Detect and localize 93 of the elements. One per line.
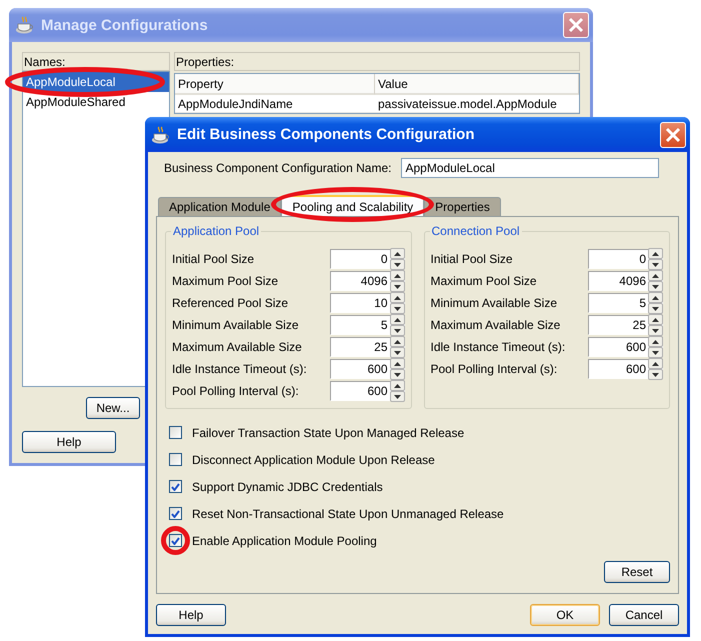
names-label: Names: xyxy=(24,54,66,68)
down-arrow-icon xyxy=(394,284,400,288)
field-label: Maximum Available Size xyxy=(430,318,560,332)
up-arrow-icon xyxy=(394,252,400,256)
down-arrow-icon xyxy=(394,262,400,266)
field-label: Idle Instance Timeout (s): xyxy=(430,340,566,354)
down-arrow-icon xyxy=(394,372,400,376)
spinner-field[interactable]: 4096 xyxy=(330,271,404,291)
tab[interactable]: Pooling and Scalability xyxy=(281,195,424,216)
table-cell: passivateissue.model.AppModule xyxy=(375,95,579,113)
up-arrow-icon xyxy=(652,252,659,256)
up-arrow-icon xyxy=(394,384,400,388)
group-title: Connection Pool xyxy=(430,224,522,238)
window-title: Manage Configurations xyxy=(41,16,209,34)
down-arrow-icon xyxy=(652,306,659,310)
field-label: Maximum Pool Size xyxy=(172,274,278,288)
field-label: Pool Polling Interval (s): xyxy=(172,384,299,398)
field-label: Referenced Pool Size xyxy=(172,296,288,310)
close-icon xyxy=(568,17,584,33)
spinner-field[interactable]: 600 xyxy=(330,359,404,379)
spinner-field[interactable]: 600 xyxy=(588,359,663,379)
tab[interactable]: Application Module xyxy=(158,197,282,216)
down-arrow-icon xyxy=(394,328,400,332)
down-arrow-icon xyxy=(652,262,659,266)
down-arrow-icon xyxy=(394,394,400,398)
name-label: Business Component Configuration Name: xyxy=(164,161,392,175)
up-arrow-icon xyxy=(394,318,400,322)
up-arrow-icon xyxy=(394,274,400,278)
checkbox-label: Enable Application Module Pooling xyxy=(192,534,377,548)
window-title: Edit Business Components Configuration xyxy=(177,126,476,143)
up-arrow-icon xyxy=(394,296,400,300)
down-arrow-icon xyxy=(652,284,659,288)
close-icon xyxy=(665,126,681,142)
field-label: Initial Pool Size xyxy=(172,252,254,266)
spinner-field[interactable]: 600 xyxy=(588,337,663,357)
check-icon xyxy=(171,510,180,518)
field-label: Maximum Available Size xyxy=(172,340,302,354)
field-label: Minimum Available Size xyxy=(430,296,557,310)
checkbox-label: Disconnect Application Module Upon Release xyxy=(192,452,435,466)
field-label: Initial Pool Size xyxy=(430,252,513,266)
spinner-field[interactable]: 10 xyxy=(330,293,404,313)
dialog-button[interactable]: OK xyxy=(530,604,600,626)
down-arrow-icon xyxy=(652,372,659,376)
name-field[interactable]: AppModuleLocal xyxy=(401,158,660,178)
spinner-field[interactable]: 25 xyxy=(588,315,663,335)
down-arrow-icon xyxy=(652,350,659,354)
column-header[interactable]: Property xyxy=(175,74,375,95)
checkbox[interactable] xyxy=(169,426,182,439)
new-button[interactable]: New... xyxy=(86,397,140,419)
close-button[interactable] xyxy=(660,122,686,148)
up-arrow-icon xyxy=(652,274,659,278)
check-icon xyxy=(171,536,180,544)
spinner-field[interactable]: 0 xyxy=(330,249,404,269)
up-arrow-icon xyxy=(394,340,400,344)
coffee-cup-icon xyxy=(15,16,35,34)
down-arrow-icon xyxy=(652,328,659,332)
up-arrow-icon xyxy=(652,362,659,366)
properties-label: Properties: xyxy=(176,54,234,68)
spinner-field[interactable]: 5 xyxy=(588,293,663,313)
check-icon xyxy=(171,482,180,490)
spinner-field[interactable]: 0 xyxy=(588,249,663,269)
dialog-button[interactable]: Cancel xyxy=(609,604,679,626)
checkbox[interactable] xyxy=(169,453,182,466)
checkbox-label: Reset Non-Transactional State Upon Unmanaged Release xyxy=(192,506,504,520)
field-label: Pool Polling Interval (s): xyxy=(430,362,558,376)
down-arrow-icon xyxy=(394,350,400,354)
column-header[interactable]: Value xyxy=(375,74,579,95)
down-arrow-icon xyxy=(394,306,400,310)
checkbox[interactable] xyxy=(169,507,182,520)
up-arrow-icon xyxy=(652,340,659,344)
close-button[interactable] xyxy=(563,12,589,38)
spinner-field[interactable]: 600 xyxy=(330,381,404,401)
checkbox-label: Support Dynamic JDBC Credentials xyxy=(192,480,383,494)
help-button[interactable]: Help xyxy=(156,604,226,626)
spinner-field[interactable]: 25 xyxy=(330,337,404,357)
checkbox[interactable] xyxy=(169,534,182,547)
field-label: Idle Instance Timeout (s): xyxy=(172,362,307,376)
up-arrow-icon xyxy=(652,296,659,300)
spinner-field[interactable]: 5 xyxy=(330,315,404,335)
table-cell: AppModuleJndiName xyxy=(175,95,375,113)
checkbox[interactable] xyxy=(169,480,182,493)
group-title: Application Pool xyxy=(171,224,262,238)
checkbox-label: Failover Transaction State Upon Managed Release xyxy=(192,426,464,440)
up-arrow-icon xyxy=(652,318,659,322)
list-item[interactable]: AppModuleShared xyxy=(23,92,169,112)
coffee-cup-icon xyxy=(151,126,171,144)
spinner-field[interactable]: 4096 xyxy=(588,271,663,291)
field-label: Minimum Available Size xyxy=(172,318,298,332)
help-button[interactable]: Help xyxy=(22,431,116,453)
tab[interactable]: Properties xyxy=(424,197,501,216)
reset-button[interactable]: Reset xyxy=(604,561,670,583)
field-label: Maximum Pool Size xyxy=(430,274,537,288)
up-arrow-icon xyxy=(394,362,400,366)
